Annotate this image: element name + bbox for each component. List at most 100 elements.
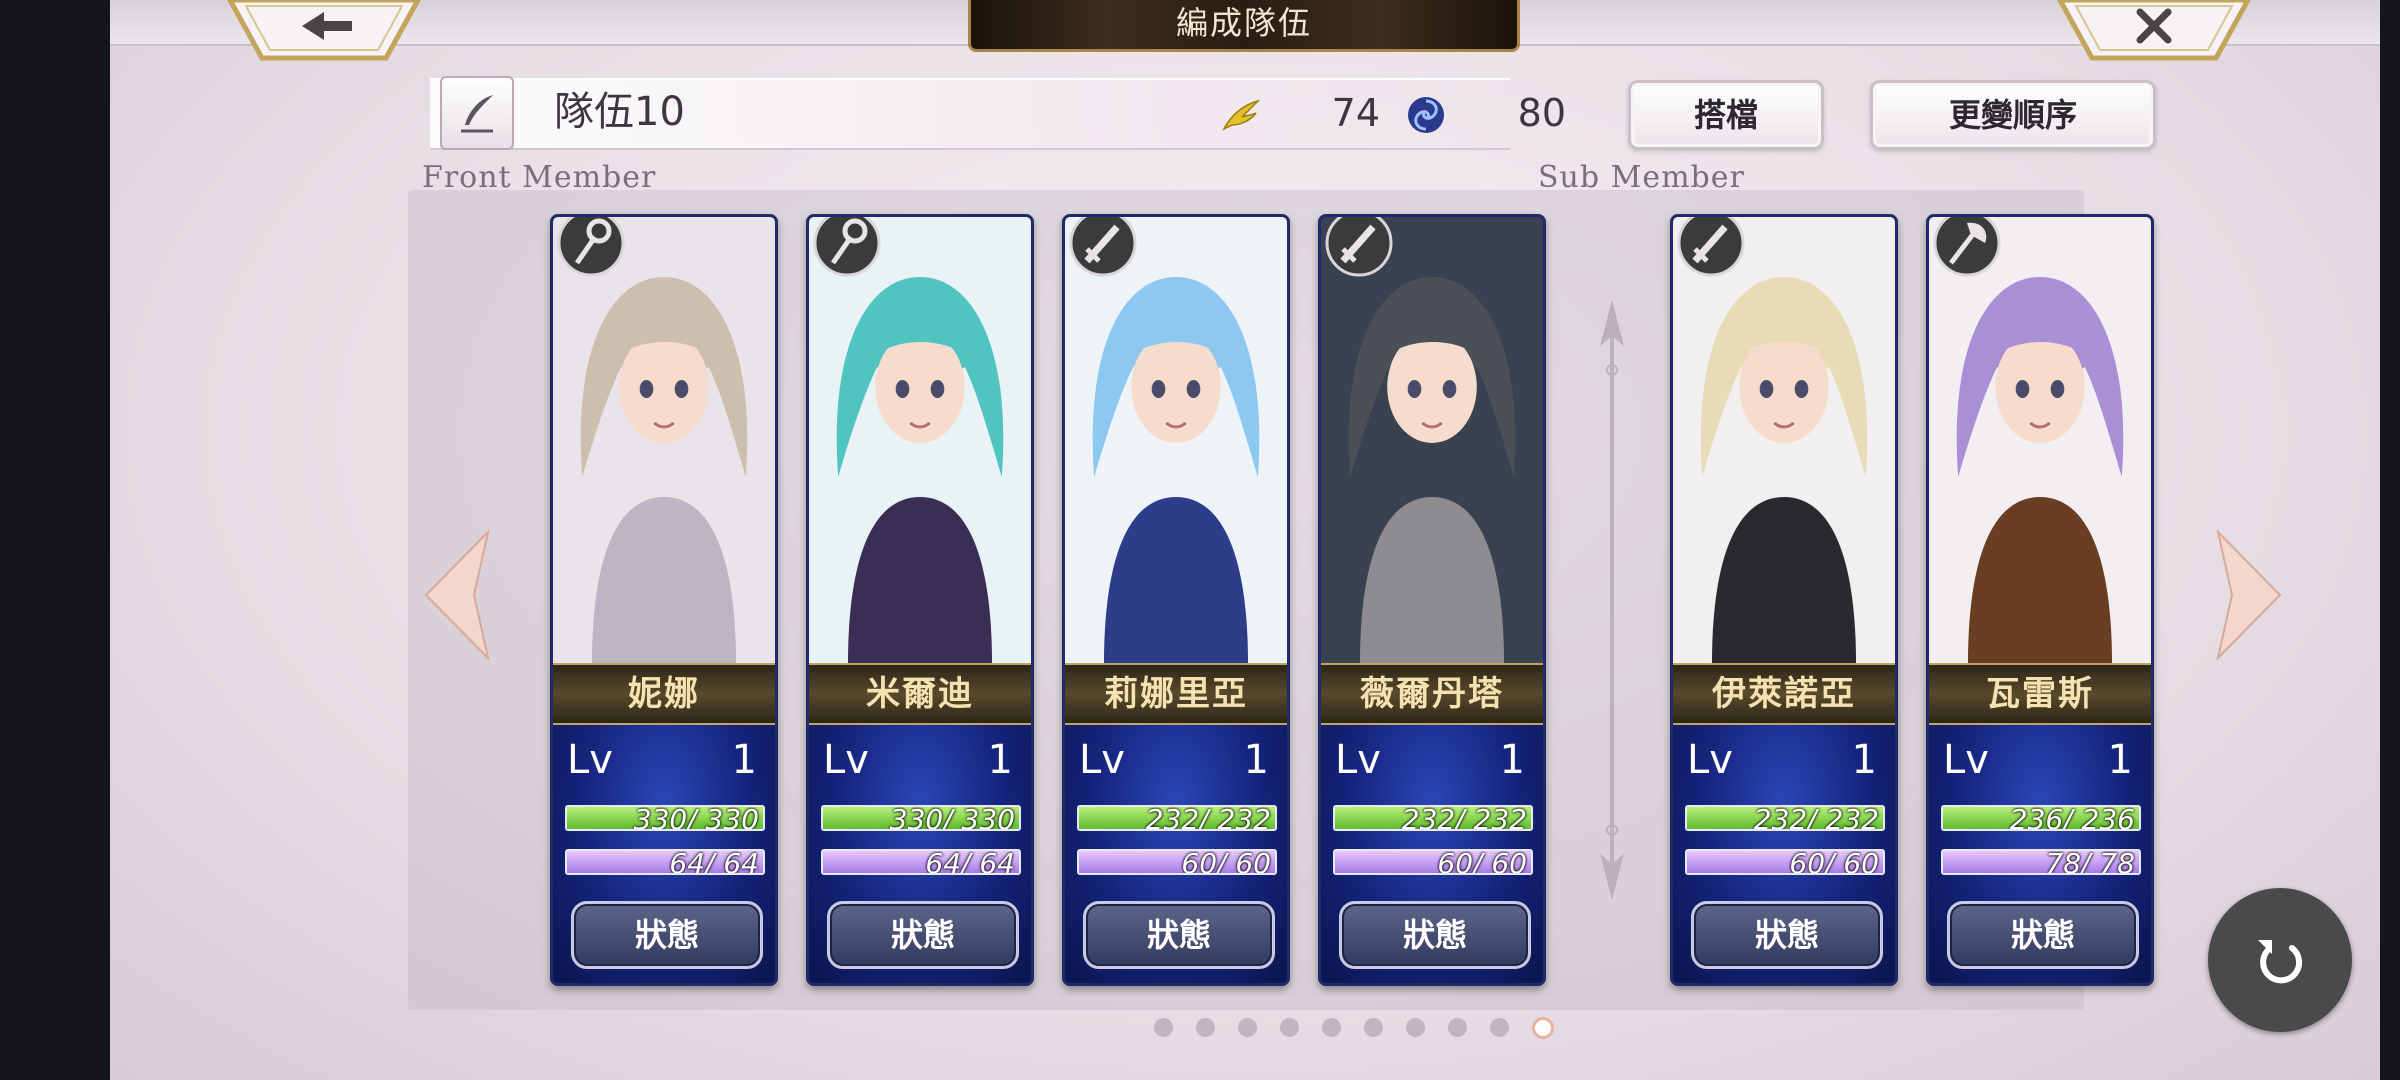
page-dot[interactable] [1196, 1018, 1215, 1037]
card-stats: Lv 1 236/ 236 78/ 78 狀態 [1929, 725, 2151, 983]
character-card[interactable]: 米爾迪 Lv 1 330/ 330 64/ 64 狀態 [806, 214, 1034, 986]
back-button[interactable] [226, 0, 422, 64]
character-card[interactable]: 薇爾丹塔 Lv 1 232/ 232 60/ 60 狀態 [1318, 214, 1546, 986]
status-button[interactable]: 狀態 [1691, 901, 1883, 969]
hp-text: 232/ 232 [1401, 805, 1527, 831]
card-stats: Lv 1 330/ 330 64/ 64 狀態 [809, 725, 1031, 983]
character-portrait [809, 217, 1031, 665]
close-button[interactable] [2056, 0, 2252, 64]
swirl-icon [1408, 97, 1444, 133]
character-name: 妮娜 [553, 663, 775, 725]
character-portrait [1321, 217, 1543, 665]
swap-divider-icon [1600, 300, 1624, 900]
rename-team-button[interactable] [440, 76, 514, 150]
close-icon [2057, 0, 2251, 61]
page-dot[interactable] [1280, 1018, 1299, 1037]
partner-button[interactable]: 搭檔 [1628, 80, 1824, 150]
page-dot[interactable] [1238, 1018, 1257, 1037]
character-portrait [1673, 217, 1895, 665]
prev-team-arrow[interactable] [422, 530, 492, 660]
page-dot[interactable] [1490, 1018, 1509, 1037]
mp-bar: 60/ 60 [1077, 849, 1277, 875]
reorder-button[interactable]: 更變順序 [1870, 80, 2156, 150]
sword-icon [1069, 217, 1137, 277]
mp-text: 60/ 60 [1789, 849, 1879, 875]
status-button[interactable]: 狀態 [827, 901, 1019, 969]
next-team-arrow[interactable] [2214, 530, 2284, 660]
hp-bar: 330/ 330 [821, 805, 1021, 831]
hp-text: 232/ 232 [1145, 805, 1271, 831]
staff-icon [557, 217, 625, 277]
sword-icon [1677, 217, 1745, 277]
character-portrait [1065, 217, 1287, 665]
sub-member-label: Sub Member [1538, 160, 1745, 195]
level-label: Lv [1943, 737, 1989, 783]
front-member-label: Front Member [422, 160, 657, 195]
mp-text: 60/ 60 [1181, 849, 1271, 875]
mp-text: 64/ 64 [669, 849, 759, 875]
character-name: 瓦雷斯 [1929, 663, 2151, 725]
character-card[interactable]: 妮娜 Lv 1 330/ 330 64/ 64 狀態 [550, 214, 778, 986]
hp-text: 236/ 236 [2009, 805, 2135, 831]
character-card[interactable]: 莉娜里亞 Lv 1 232/ 232 60/ 60 狀態 [1062, 214, 1290, 986]
team-name: 隊伍10 [554, 89, 685, 135]
level-label: Lv [567, 737, 613, 783]
status-button[interactable]: 狀態 [1947, 901, 2139, 969]
hp-bar: 232/ 232 [1333, 805, 1533, 831]
axe-icon [1933, 217, 2001, 277]
stat-swirl-value: 80 [1517, 91, 1566, 135]
character-name: 薇爾丹塔 [1321, 663, 1543, 725]
level-value: 1 [2107, 737, 2133, 783]
status-button[interactable]: 狀態 [1339, 901, 1531, 969]
level-value: 1 [1851, 737, 1877, 783]
card-stats: Lv 1 330/ 330 64/ 64 狀態 [553, 725, 775, 983]
page-dot[interactable] [1154, 1018, 1173, 1037]
mp-bar: 64/ 64 [565, 849, 765, 875]
level-value: 1 [1243, 737, 1269, 783]
card-stats: Lv 1 232/ 232 60/ 60 狀態 [1065, 725, 1287, 983]
refresh-icon [2258, 940, 2303, 984]
hp-bar: 236/ 236 [1941, 805, 2141, 831]
hp-text: 330/ 330 [633, 805, 759, 831]
level-label: Lv [1079, 737, 1125, 783]
level-value: 1 [731, 737, 757, 783]
mp-text: 78/ 78 [2045, 849, 2135, 875]
team-pagination [1154, 1017, 1554, 1039]
team-formation-screen: 編成隊伍 隊伍10 74 80 搭檔 更變順序 Front Member Sub… [110, 0, 2380, 1080]
character-name: 米爾迪 [809, 663, 1031, 725]
character-card[interactable]: 伊萊諾亞 Lv 1 232/ 232 60/ 60 狀態 [1670, 214, 1898, 986]
refresh-button[interactable] [2208, 888, 2352, 1032]
mp-text: 64/ 64 [925, 849, 1015, 875]
page-dot[interactable] [1364, 1018, 1383, 1037]
hp-text: 330/ 330 [889, 805, 1015, 831]
hp-bar: 232/ 232 [1077, 805, 1277, 831]
character-name: 莉娜里亞 [1065, 663, 1287, 725]
back-arrow-icon [227, 0, 421, 61]
hp-bar: 330/ 330 [565, 805, 765, 831]
status-button[interactable]: 狀態 [571, 901, 763, 969]
character-card[interactable]: 瓦雷斯 Lv 1 236/ 236 78/ 78 狀態 [1926, 214, 2154, 986]
card-stats: Lv 1 232/ 232 60/ 60 狀態 [1321, 725, 1543, 983]
page-dot[interactable] [1322, 1018, 1341, 1037]
stat-wing-value: 74 [1331, 91, 1380, 135]
quill-icon [461, 95, 493, 133]
level-label: Lv [1687, 737, 1733, 783]
page-dot[interactable] [1406, 1018, 1425, 1037]
mp-bar: 60/ 60 [1333, 849, 1533, 875]
wing-icon [1222, 99, 1260, 131]
page-dot[interactable] [1448, 1018, 1467, 1037]
level-label: Lv [823, 737, 869, 783]
hp-bar: 232/ 232 [1685, 805, 1885, 831]
mp-bar: 64/ 64 [821, 849, 1021, 875]
sword-icon [1325, 217, 1393, 277]
page-dot[interactable] [1532, 1017, 1554, 1039]
page-title: 編成隊伍 [968, 0, 1520, 52]
character-name: 伊萊諾亞 [1673, 663, 1895, 725]
card-stats: Lv 1 232/ 232 60/ 60 狀態 [1673, 725, 1895, 983]
level-value: 1 [1499, 737, 1525, 783]
mp-bar: 60/ 60 [1685, 849, 1885, 875]
character-portrait [1929, 217, 2151, 665]
hp-text: 232/ 232 [1753, 805, 1879, 831]
status-button[interactable]: 狀態 [1083, 901, 1275, 969]
level-value: 1 [987, 737, 1013, 783]
